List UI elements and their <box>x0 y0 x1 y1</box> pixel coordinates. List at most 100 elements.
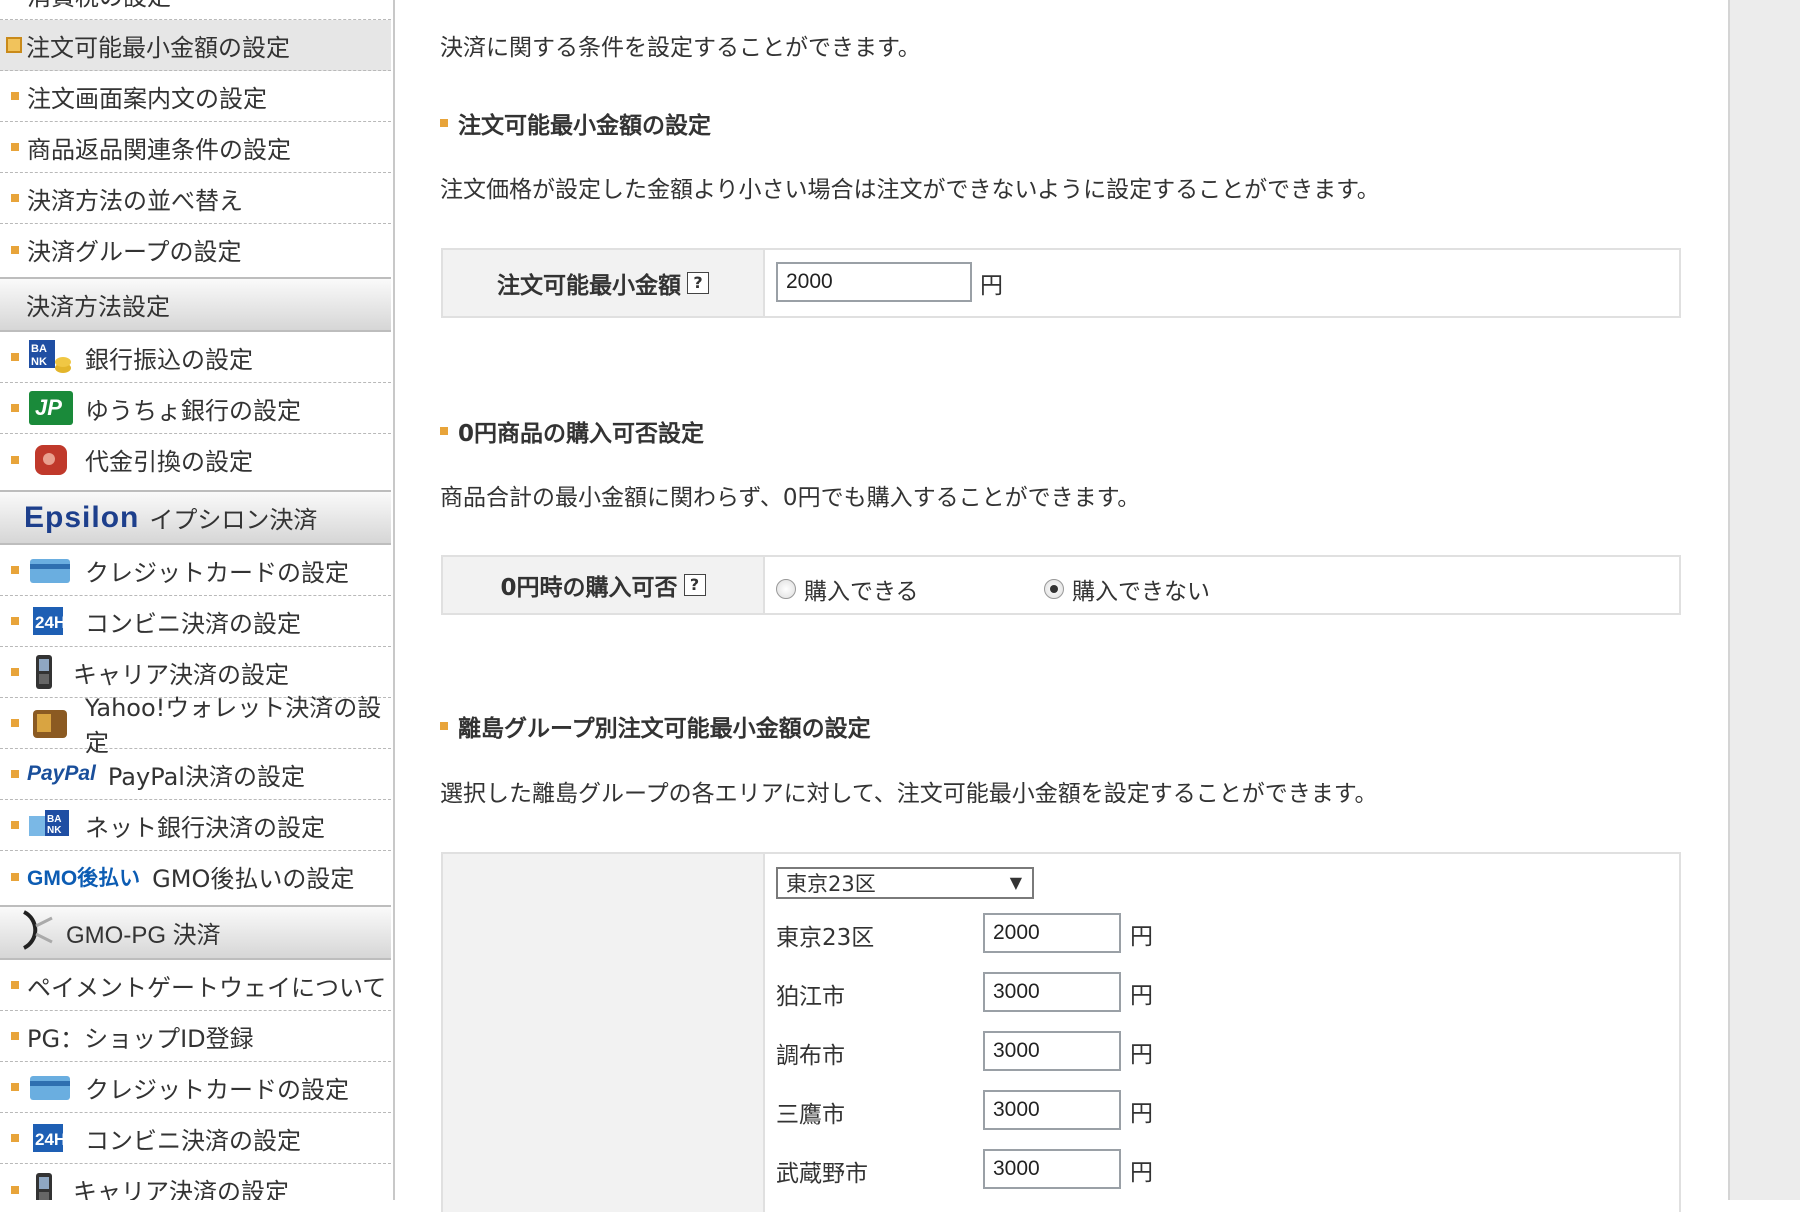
area-amount-input[interactable] <box>983 913 1121 953</box>
section-title: 決済方法設定 <box>26 293 170 321</box>
net-bank-icon: BA NK <box>27 806 73 844</box>
bullet-icon <box>11 566 19 574</box>
help-icon[interactable]: ? <box>687 272 709 294</box>
sidebar-item-label: 決済グループの設定 <box>27 238 242 266</box>
section-title-text: 離島グループ別注文可能最小金額の設定 <box>458 716 871 742</box>
sidebar-item-payment-order[interactable]: 決済方法の並べ替え <box>0 173 391 224</box>
sidebar-item-bank-transfer[interactable]: BA NK 銀行振込の設定 <box>0 332 391 383</box>
island-group-select[interactable]: 東京23区 ▼ <box>776 867 1034 899</box>
bank-icon: BA NK <box>27 338 73 376</box>
sidebar-item-label: 注文可能最小金額の設定 <box>26 33 290 62</box>
bullet-icon <box>11 981 19 989</box>
sidebar-item-label: クレジットカードの設定 <box>85 558 349 587</box>
sidebar-item-pg-conveni[interactable]: 24H コンビニ決済の設定 <box>0 1113 391 1164</box>
bullet-icon <box>11 1032 19 1040</box>
bullet-icon <box>11 1185 19 1194</box>
sidebar-item-label: PayPal決済の設定 <box>107 762 305 791</box>
bullet-icon <box>440 119 448 127</box>
sidebar-item-label: コンビニ決済の設定 <box>85 1126 301 1155</box>
sidebar-item-pg-about[interactable]: ペイメントゲートウェイについて <box>0 960 391 1011</box>
svg-text:24H: 24H <box>35 613 66 632</box>
sidebar-item-label: Yahoo!ウォレット決済の設定 <box>85 694 382 757</box>
sidebar-item-eps-gmo-postpay[interactable]: GMO後払い GMO後払いの設定 <box>0 851 391 902</box>
sidebar-item-label: キャリア決済の設定 <box>73 1178 289 1200</box>
radio-allow-label: 購入できる <box>804 579 919 605</box>
yen-unit: 円 <box>1130 1101 1153 1127</box>
island-label-cell <box>443 854 765 1212</box>
sidebar-item-eps-paypal[interactable]: PayPal PayPal決済の設定 <box>0 749 391 800</box>
island-group-select-value: 東京23区 <box>786 872 876 896</box>
min-amount-value-cell: 円 <box>764 250 1679 316</box>
zero-yen-table: 0円時の購入可否 ? 購入できる 購入できない <box>441 555 1681 615</box>
credit-card-icon <box>27 1068 73 1106</box>
24h-icon: 24H <box>27 1119 73 1157</box>
bullet-icon <box>11 143 19 151</box>
area-name: 調布市 <box>776 1043 845 1069</box>
bullet-icon <box>11 1083 19 1091</box>
mobile-phone-icon <box>27 1171 61 1200</box>
sidebar-item-tax[interactable]: 消費税の設定 <box>0 0 391 20</box>
sidebar-item-min-amount[interactable]: 注文可能最小金額の設定 <box>0 20 391 71</box>
gmo-pg-logo-icon <box>18 908 58 958</box>
area-amount-input[interactable] <box>983 1031 1121 1071</box>
wallet-icon <box>27 441 73 479</box>
island-value-cell: 東京23区 ▼ 東京23区 円 狛江市 円 調布市 円 三鷹市 円 武蔵野市 円 <box>764 854 1679 1212</box>
bullet-icon <box>11 404 19 412</box>
sidebar-item-eps-credit[interactable]: クレジットカードの設定 <box>0 545 391 596</box>
area-name: 三鷹市 <box>776 1102 845 1128</box>
radio-deny[interactable]: 購入できない <box>1044 572 1210 606</box>
section-title-min-amount: 注文可能最小金額の設定 <box>440 106 711 140</box>
help-icon[interactable]: ? <box>683 574 706 596</box>
sidebar-item-yucho[interactable]: JP ゆうちょ銀行の設定 <box>0 383 391 434</box>
section-title-island: 離島グループ別注文可能最小金額の設定 <box>440 709 871 743</box>
sidebar-item-order-guide[interactable]: 注文画面案内文の設定 <box>0 71 391 122</box>
area-name: 狛江市 <box>776 984 845 1010</box>
bullet-icon <box>11 353 19 361</box>
bullet-icon <box>11 617 19 625</box>
jp-bank-icon: JP <box>27 389 73 427</box>
bullet-icon <box>11 1134 19 1142</box>
zero-yen-label-cell: 0円時の購入可否 ? <box>443 557 765 613</box>
area-amount-input[interactable] <box>983 1090 1121 1130</box>
sidebar-item-payment-group[interactable]: 決済グループの設定 <box>0 224 391 275</box>
sidebar-item-pg-credit[interactable]: クレジットカードの設定 <box>0 1062 391 1113</box>
radio-allow[interactable]: 購入できる <box>776 572 919 606</box>
sidebar-item-pg-shop-id[interactable]: PG：ショップID登録 <box>0 1011 391 1062</box>
sidebar-item-pg-carrier[interactable]: キャリア決済の設定 <box>0 1164 391 1200</box>
bullet-icon <box>11 92 19 100</box>
area-amount-input[interactable] <box>983 972 1121 1012</box>
radio-deny-dot[interactable] <box>1044 579 1064 599</box>
radio-allow-dot[interactable] <box>776 579 796 599</box>
min-amount-label: 注文可能最小金額 <box>497 273 681 299</box>
sidebar-item-label: ペイメントゲートウェイについて <box>27 973 387 1002</box>
island-table: 東京23区 ▼ 東京23区 円 狛江市 円 調布市 円 三鷹市 円 武蔵野市 円 <box>441 852 1681 1212</box>
yen-unit: 円 <box>980 273 1003 299</box>
bullet-icon <box>11 872 19 881</box>
sidebar: 消費税の設定 注文可能最小金額の設定 注文画面案内文の設定 商品返品関連条件の設… <box>0 0 395 1200</box>
sidebar-item-eps-netbank[interactable]: BA NK ネット銀行決済の設定 <box>0 800 391 851</box>
bullet-icon <box>440 427 448 435</box>
sidebar-item-label: 銀行振込の設定 <box>85 345 253 374</box>
bullet-icon <box>11 770 19 778</box>
section-title-text: 注文可能最小金額の設定 <box>458 113 711 139</box>
intro-text: 決済に関する条件を設定することができます。 <box>440 35 921 61</box>
bullet-icon <box>440 722 448 730</box>
bullet-icon <box>11 194 19 202</box>
min-amount-input[interactable] <box>776 262 972 302</box>
area-name: 武蔵野市 <box>776 1161 868 1187</box>
sidebar-item-label: 消費税の設定 <box>27 0 171 12</box>
sidebar-item-label: コンビニ決済の設定 <box>85 609 301 638</box>
sidebar-section-epsilon: Epsilon イプシロン決済 <box>0 490 391 545</box>
sidebar-section-gmo-pg: GMO-PG 決済 <box>0 905 391 960</box>
min-amount-label-cell: 注文可能最小金額 ? <box>443 250 765 316</box>
main-content: 決済に関する条件を設定することができます。 注文可能最小金額の設定 注文価格が設… <box>440 0 1681 1212</box>
sidebar-item-eps-yahoo-wallet[interactable]: Yahoo!ウォレット決済の設定 <box>0 694 391 757</box>
zero-yen-label: 0円時の購入可否 <box>500 575 678 601</box>
area-amount-input[interactable] <box>983 1149 1121 1189</box>
sidebar-item-cod[interactable]: 代金引換の設定 <box>0 434 391 485</box>
bullet-icon <box>11 821 19 829</box>
zero-yen-value-cell: 購入できる 購入できない <box>764 557 1679 613</box>
sidebar-item-label: 商品返品関連条件の設定 <box>27 135 291 164</box>
sidebar-item-eps-conveni[interactable]: 24H コンビニ決済の設定 <box>0 596 391 647</box>
sidebar-item-return-conditions[interactable]: 商品返品関連条件の設定 <box>0 122 391 173</box>
